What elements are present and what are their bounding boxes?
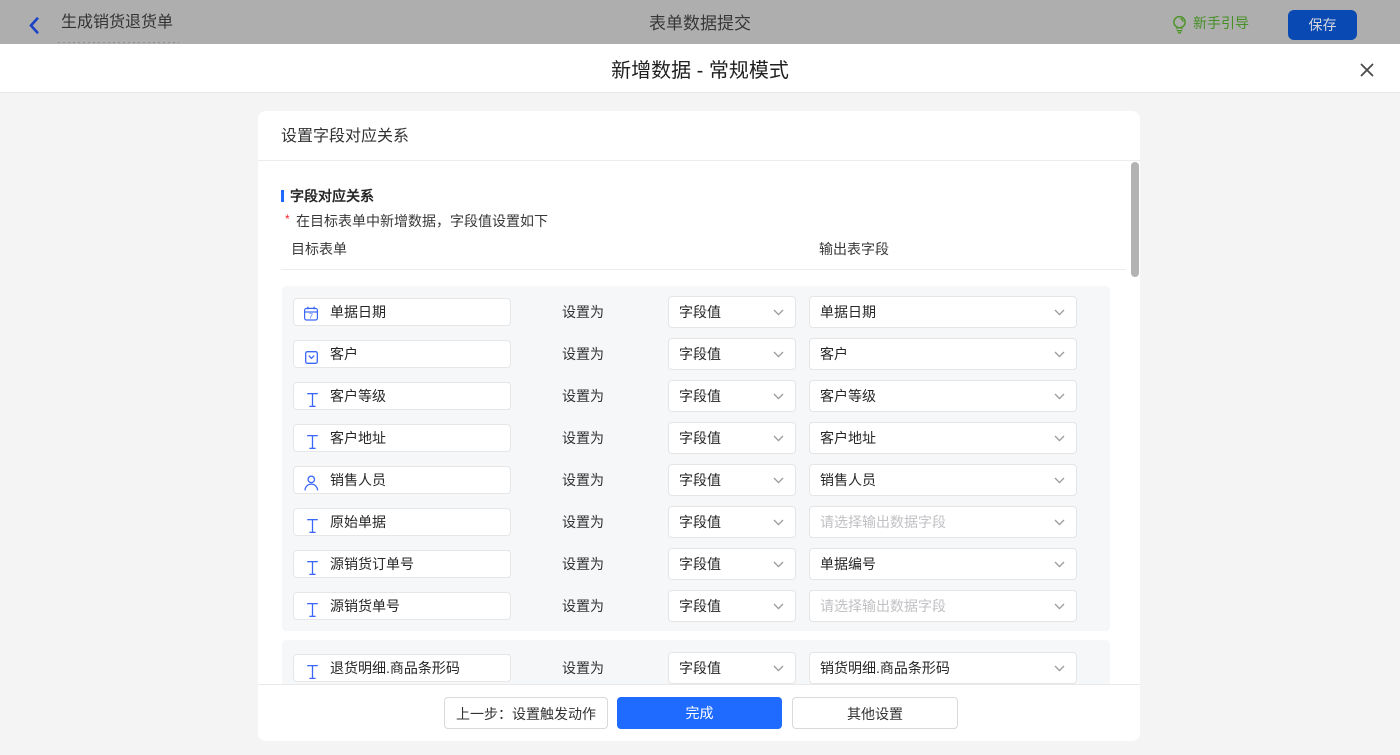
svg-text:7: 7 bbox=[309, 312, 313, 321]
